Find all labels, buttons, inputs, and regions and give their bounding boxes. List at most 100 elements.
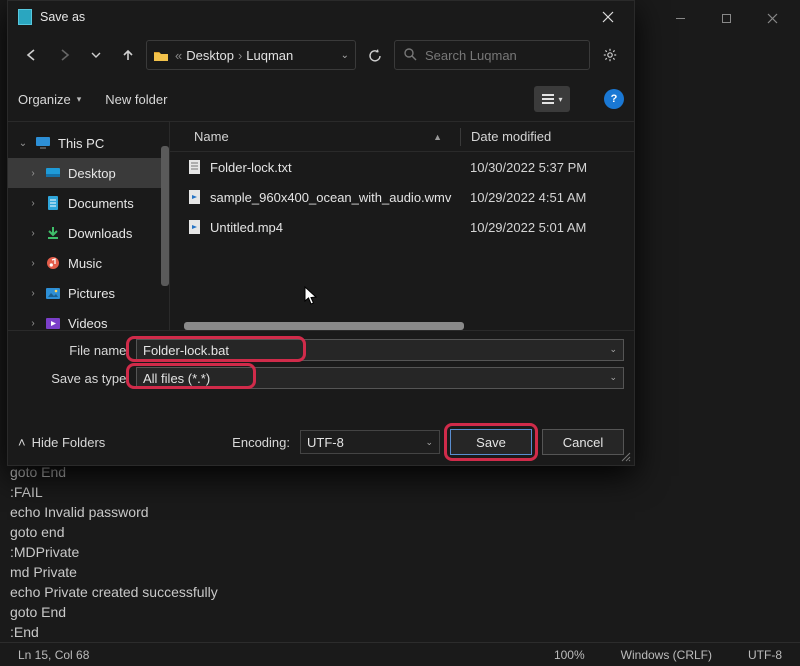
- nav-tree[interactable]: ⌄ This PC › Desktop › Documents › Downlo…: [8, 122, 170, 330]
- text-file-icon: [188, 159, 202, 175]
- chevron-down-icon[interactable]: ⌄: [609, 344, 617, 355]
- new-folder-label: New folder: [105, 92, 167, 107]
- organize-button[interactable]: Organize ▾: [18, 92, 81, 107]
- file-list[interactable]: Name ▲ Date modified Folder-lock.txt 10/…: [170, 122, 634, 330]
- scrollbar-thumb[interactable]: [161, 146, 169, 286]
- file-name: Folder-lock.txt: [210, 160, 292, 175]
- save-button[interactable]: Save: [450, 429, 532, 455]
- editor-line: echo Private created successfully: [10, 582, 790, 602]
- tree-item-music[interactable]: › Music: [8, 248, 169, 278]
- statusbar-zoom[interactable]: 100%: [536, 648, 603, 662]
- dialog-toolbar: Organize ▾ New folder ▾ ?: [8, 77, 634, 121]
- saveastype-label: Save as type:: [18, 371, 130, 386]
- dialog-titlebar: Save as: [8, 1, 634, 33]
- documents-icon: [45, 195, 61, 211]
- cancel-label: Cancel: [563, 435, 603, 450]
- nav-recent-dropdown[interactable]: [82, 41, 110, 69]
- search-placeholder: Search Luqman: [425, 48, 517, 63]
- dialog-close-button[interactable]: [586, 2, 630, 32]
- folder-icon: [153, 49, 169, 62]
- column-date[interactable]: Date modified: [471, 129, 551, 144]
- encoding-label: Encoding:: [232, 435, 290, 450]
- chevron-right-icon[interactable]: ›: [28, 198, 38, 209]
- chevron-right-icon[interactable]: ›: [28, 258, 38, 269]
- tree-label: Documents: [68, 196, 134, 211]
- dialog-nav: « Desktop › Luqman ⌄ Search Luqman: [8, 33, 634, 77]
- scrollbar-thumb[interactable]: [184, 322, 464, 330]
- filename-input[interactable]: Folder-lock.bat ⌄: [136, 339, 624, 361]
- breadcrumb-root-chevron[interactable]: «: [175, 48, 182, 63]
- chevron-down-icon[interactable]: ⌄: [18, 138, 28, 149]
- saveastype-select[interactable]: All files (*.*) ⌄: [136, 367, 624, 389]
- tree-item-desktop[interactable]: › Desktop: [8, 158, 169, 188]
- tree-label: Desktop: [68, 166, 116, 181]
- tree-scrollbar[interactable]: [161, 122, 169, 330]
- file-list-hscrollbar[interactable]: [184, 322, 620, 330]
- tree-label: Pictures: [68, 286, 115, 301]
- file-row[interactable]: Folder-lock.txt 10/30/2022 5:37 PM: [170, 152, 634, 182]
- chevron-down-icon[interactable]: ⌄: [609, 372, 617, 383]
- pc-icon: [35, 135, 51, 151]
- statusbar-position: Ln 15, Col 68: [0, 648, 107, 662]
- file-row[interactable]: sample_960x400_ocean_with_audio.wmv 10/2…: [170, 182, 634, 212]
- desktop-icon: [45, 165, 61, 181]
- file-date: 10/29/2022 5:01 AM: [460, 220, 634, 235]
- refresh-button[interactable]: [360, 40, 390, 70]
- nav-back-button[interactable]: [18, 41, 46, 69]
- chevron-right-icon[interactable]: ›: [28, 318, 38, 329]
- sort-asc-icon[interactable]: ▲: [433, 132, 442, 142]
- nav-forward-button[interactable]: [50, 41, 78, 69]
- breadcrumb-item[interactable]: Luqman: [246, 48, 293, 63]
- help-button[interactable]: ?: [604, 89, 624, 109]
- breadcrumb-item[interactable]: Desktop: [186, 48, 234, 63]
- cancel-button[interactable]: Cancel: [542, 429, 624, 455]
- tree-label: Downloads: [68, 226, 132, 241]
- breadcrumb-bar[interactable]: « Desktop › Luqman ⌄: [146, 40, 356, 70]
- video-file-icon: [188, 189, 202, 205]
- chevron-down-icon: ▾: [558, 95, 562, 104]
- settings-button[interactable]: [596, 41, 624, 69]
- editor-line: md Private: [10, 562, 790, 582]
- statusbar-eol: Windows (CRLF): [603, 648, 730, 662]
- hide-folders-button[interactable]: ˄ Hide Folders: [18, 435, 105, 450]
- breadcrumb-dropdown[interactable]: ⌄: [341, 50, 349, 61]
- chevron-right-icon[interactable]: ›: [28, 228, 38, 239]
- saveastype-value: All files (*.*): [143, 371, 210, 386]
- tree-item-downloads[interactable]: › Downloads: [8, 218, 169, 248]
- new-folder-button[interactable]: New folder: [105, 92, 167, 107]
- chevron-right-icon: ›: [238, 48, 242, 63]
- file-list-header[interactable]: Name ▲ Date modified: [170, 122, 634, 152]
- breadcrumb: « Desktop › Luqman: [175, 48, 293, 63]
- editor-minimize-button[interactable]: [658, 3, 702, 33]
- filename-value: Folder-lock.bat: [143, 343, 229, 358]
- chevron-down-icon[interactable]: ⌄: [425, 437, 433, 448]
- editor-close-button[interactable]: [750, 3, 794, 33]
- editor-maximize-button[interactable]: [704, 3, 748, 33]
- resize-grip[interactable]: [619, 450, 631, 462]
- view-mode-button[interactable]: ▾: [534, 86, 570, 112]
- editor-line: :End: [10, 622, 790, 642]
- editor-line: goto end: [10, 522, 790, 542]
- search-icon: [403, 47, 417, 64]
- encoding-select[interactable]: UTF-8 ⌄: [300, 430, 440, 454]
- notepad-icon: [18, 9, 32, 25]
- tree-label: Music: [68, 256, 102, 271]
- chevron-right-icon[interactable]: ›: [28, 168, 38, 179]
- help-label: ?: [611, 93, 618, 105]
- column-name[interactable]: Name: [194, 129, 229, 144]
- file-date: 10/29/2022 4:51 AM: [460, 190, 634, 205]
- organize-label: Organize: [18, 92, 71, 107]
- file-row[interactable]: Untitled.mp4 10/29/2022 5:01 AM: [170, 212, 634, 242]
- chevron-down-icon: ▾: [77, 94, 82, 105]
- chevron-right-icon[interactable]: ›: [28, 288, 38, 299]
- video-file-icon: [188, 219, 202, 235]
- search-input[interactable]: Search Luqman: [394, 40, 590, 70]
- tree-item-this-pc[interactable]: ⌄ This PC: [8, 128, 169, 158]
- tree-item-pictures[interactable]: › Pictures: [8, 278, 169, 308]
- statusbar-encoding: UTF-8: [730, 648, 800, 662]
- tree-item-documents[interactable]: › Documents: [8, 188, 169, 218]
- editor-line: :MDPrivate: [10, 542, 790, 562]
- pictures-icon: [45, 285, 61, 301]
- chevron-up-icon: ˄: [18, 435, 26, 450]
- nav-up-button[interactable]: [114, 41, 142, 69]
